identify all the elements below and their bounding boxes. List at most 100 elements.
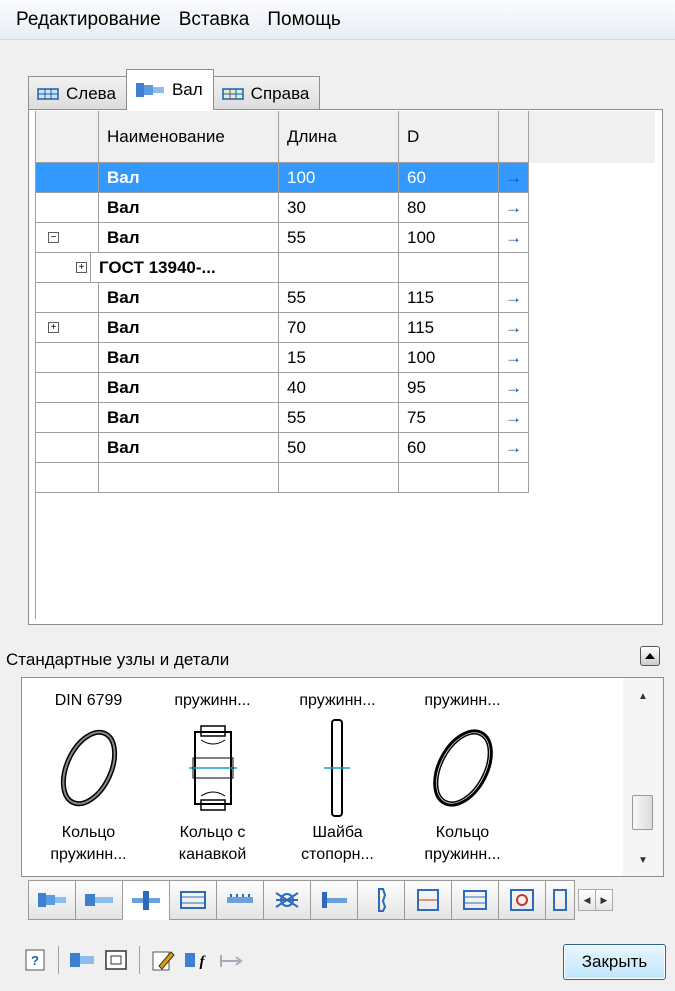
row-header-cell[interactable]: − bbox=[36, 223, 99, 253]
table-row[interactable]: Вал 100 60 → bbox=[36, 163, 655, 193]
cell-name[interactable]: Вал bbox=[99, 313, 279, 343]
cell-d[interactable] bbox=[399, 463, 499, 493]
menu-insert[interactable]: Вставка bbox=[179, 9, 250, 31]
row-arrow-icon[interactable] bbox=[499, 463, 529, 493]
cell-d[interactable]: 60 bbox=[399, 433, 499, 463]
category-spring-icon[interactable] bbox=[263, 880, 311, 920]
cell-name[interactable]: Вал bbox=[99, 343, 279, 373]
header-length[interactable]: Длина bbox=[279, 111, 399, 163]
cell-d[interactable]: 95 bbox=[399, 373, 499, 403]
scroll-up-icon[interactable]: ▲ bbox=[623, 686, 663, 706]
category-bushing-icon[interactable] bbox=[75, 880, 123, 920]
cell-length[interactable]: 55 bbox=[279, 403, 399, 433]
collapse-icon[interactable]: − bbox=[48, 232, 59, 243]
cell-name[interactable]: Вал bbox=[99, 403, 279, 433]
table-row[interactable]: Вал 55 75 → bbox=[36, 403, 655, 433]
tab-right[interactable]: Справа bbox=[212, 76, 321, 110]
category-pin-icon[interactable] bbox=[357, 880, 405, 920]
expand-icon[interactable]: + bbox=[48, 322, 59, 333]
row-header-cell[interactable] bbox=[36, 193, 99, 223]
row-header-cell[interactable] bbox=[36, 403, 99, 433]
row-arrow-icon[interactable]: → bbox=[499, 373, 529, 403]
cell-d[interactable]: 115 bbox=[399, 313, 499, 343]
cell-name[interactable]: Вал bbox=[99, 193, 279, 223]
table-row[interactable]: Вал 40 95 → bbox=[36, 373, 655, 403]
row-arrow-icon[interactable]: → bbox=[499, 223, 529, 253]
table-row[interactable]: + ГОСТ 13940-... bbox=[36, 253, 655, 283]
row-header-cell[interactable] bbox=[36, 433, 99, 463]
cell-name[interactable]: ГОСТ 13940-... bbox=[91, 253, 279, 283]
gallery-item[interactable]: DIN 6799 Кольцо пружинн... bbox=[26, 692, 151, 866]
table-row[interactable] bbox=[36, 463, 655, 493]
cell-length[interactable]: 100 bbox=[279, 163, 399, 193]
row-header-cell[interactable] bbox=[36, 163, 99, 193]
cell-d[interactable]: 100 bbox=[399, 343, 499, 373]
collapse-button[interactable] bbox=[640, 646, 660, 666]
table-row[interactable]: + Вал 70 115 → bbox=[36, 313, 655, 343]
category-bearing-icon[interactable] bbox=[498, 880, 546, 920]
cell-length[interactable] bbox=[279, 463, 399, 493]
header-d[interactable]: D bbox=[399, 111, 499, 163]
help-icon[interactable]: ? bbox=[20, 945, 50, 975]
category-shaft-icon[interactable] bbox=[28, 880, 76, 920]
gallery-item[interactable]: пружинн... Шайба стопорн... bbox=[275, 692, 400, 866]
expand-icon[interactable]: + bbox=[76, 262, 87, 273]
row-header-cell[interactable] bbox=[36, 343, 99, 373]
table-row[interactable]: Вал 30 80 → bbox=[36, 193, 655, 223]
cell-length[interactable]: 55 bbox=[279, 283, 399, 313]
preview-icon[interactable] bbox=[101, 945, 131, 975]
cell-d[interactable] bbox=[399, 253, 499, 283]
category-fasteners-icon[interactable] bbox=[122, 880, 170, 920]
row-arrow-icon[interactable]: → bbox=[499, 163, 529, 193]
category-more-icon[interactable] bbox=[545, 880, 575, 920]
row-arrow-icon[interactable]: → bbox=[499, 313, 529, 343]
row-arrow-icon[interactable]: → bbox=[499, 343, 529, 373]
cell-name[interactable]: Вал bbox=[99, 283, 279, 313]
tab-shaft[interactable]: Вал bbox=[125, 69, 214, 110]
row-header-cell[interactable] bbox=[36, 463, 99, 493]
table-row[interactable]: Вал 15 100 → bbox=[36, 343, 655, 373]
category-key-icon[interactable] bbox=[310, 880, 358, 920]
cell-name[interactable]: Вал bbox=[99, 163, 279, 193]
category-seal-icon[interactable] bbox=[404, 880, 452, 920]
row-header-cell[interactable]: + bbox=[36, 313, 99, 343]
category-housing-icon[interactable] bbox=[451, 880, 499, 920]
cell-length[interactable]: 30 bbox=[279, 193, 399, 223]
cell-length[interactable]: 70 bbox=[279, 313, 399, 343]
cell-length[interactable]: 50 bbox=[279, 433, 399, 463]
scroll-thumb[interactable] bbox=[632, 795, 653, 830]
row-header-cell[interactable]: + bbox=[36, 253, 91, 283]
function-icon[interactable]: f bbox=[182, 945, 212, 975]
cell-name[interactable]: Вал bbox=[99, 433, 279, 463]
menu-help[interactable]: Помощь bbox=[267, 9, 340, 31]
gallery-scrollbar[interactable]: ▲ ▼ bbox=[623, 678, 663, 876]
table-row[interactable]: Вал 50 60 → bbox=[36, 433, 655, 463]
row-arrow-icon[interactable]: → bbox=[499, 283, 529, 313]
scroll-down-icon[interactable]: ▼ bbox=[623, 850, 663, 870]
cell-name[interactable]: Вал bbox=[99, 223, 279, 253]
close-button[interactable]: Закрыть bbox=[563, 944, 666, 980]
tab-left[interactable]: Слева bbox=[28, 76, 127, 110]
cell-d[interactable]: 100 bbox=[399, 223, 499, 253]
cell-d[interactable]: 80 bbox=[399, 193, 499, 223]
cell-length[interactable]: 55 bbox=[279, 223, 399, 253]
table-row[interactable]: − Вал 55 100 → bbox=[36, 223, 655, 253]
cell-d[interactable]: 60 bbox=[399, 163, 499, 193]
scroll-left-icon[interactable]: ◀ bbox=[578, 889, 596, 911]
gallery-item[interactable]: пружинн... Кольцо с канавкой bbox=[150, 692, 275, 866]
cell-length[interactable] bbox=[279, 253, 399, 283]
row-arrow-icon[interactable]: → bbox=[499, 403, 529, 433]
cell-length[interactable]: 15 bbox=[279, 343, 399, 373]
row-arrow-icon[interactable] bbox=[499, 253, 529, 283]
edit-icon[interactable] bbox=[148, 945, 178, 975]
category-gear-icon[interactable] bbox=[169, 880, 217, 920]
menu-edit[interactable]: Редактирование bbox=[16, 9, 161, 31]
row-arrow-icon[interactable]: → bbox=[499, 433, 529, 463]
cell-length[interactable]: 40 bbox=[279, 373, 399, 403]
table-row[interactable]: Вал 55 115 → bbox=[36, 283, 655, 313]
cell-name[interactable] bbox=[99, 463, 279, 493]
row-arrow-icon[interactable]: → bbox=[499, 193, 529, 223]
cell-d[interactable]: 75 bbox=[399, 403, 499, 433]
scroll-right-icon[interactable]: ▶ bbox=[595, 889, 613, 911]
gallery-item[interactable]: пружинн... Кольцо пружинн... bbox=[400, 692, 525, 866]
